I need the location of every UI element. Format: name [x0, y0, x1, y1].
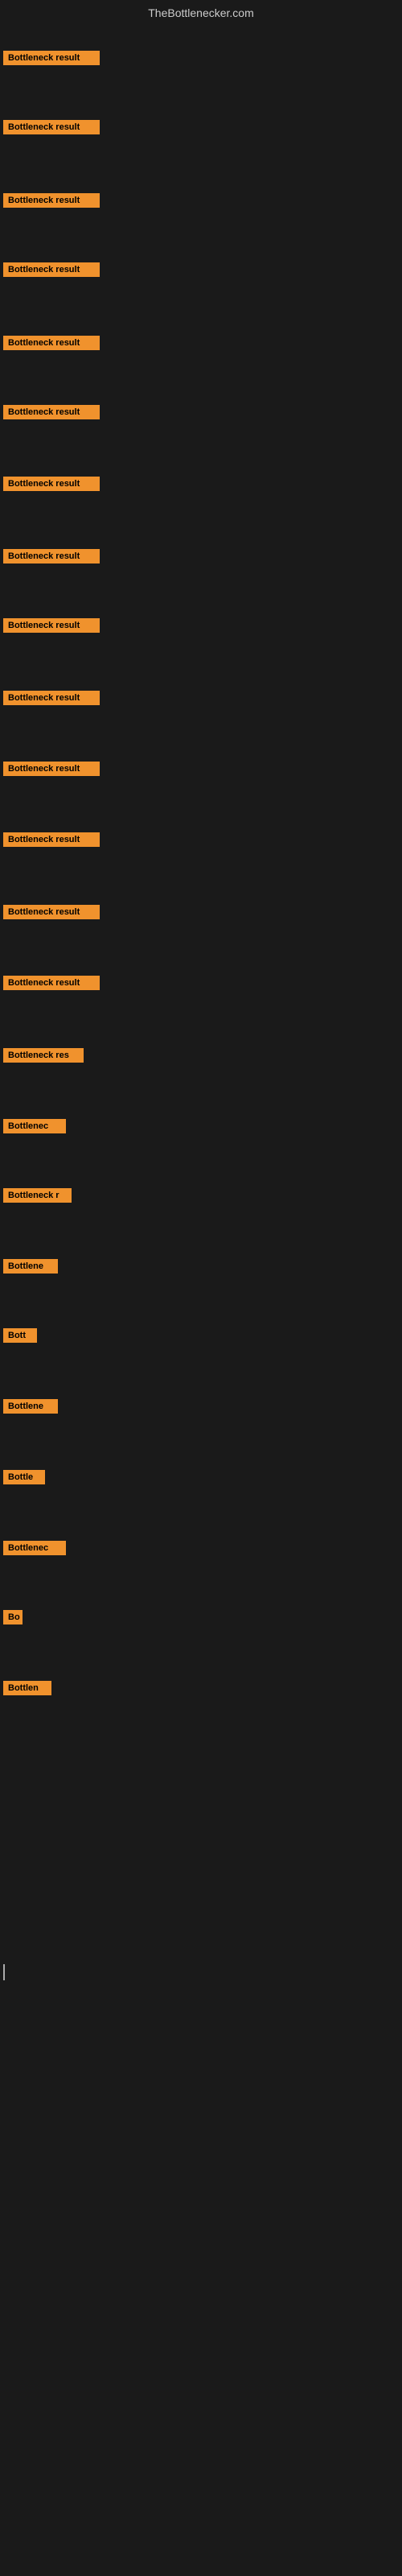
list-item[interactable]: Bottlenec — [0, 1536, 402, 1564]
list-item[interactable]: Bottleneck result — [0, 757, 402, 785]
list-item[interactable]: Bottlene — [0, 1394, 402, 1422]
list-item[interactable]: Bottleneck result — [0, 900, 402, 928]
list-item[interactable]: Bottleneck result — [0, 613, 402, 642]
bottleneck-badge[interactable]: Bottleneck result — [3, 51, 100, 65]
bottleneck-badge[interactable]: Bottleneck result — [3, 477, 100, 491]
list-item[interactable]: Bottlenec — [0, 1114, 402, 1142]
bottleneck-badge[interactable]: Bottleneck res — [3, 1048, 84, 1063]
bottleneck-badge[interactable]: Bottlene — [3, 1259, 58, 1274]
list-item[interactable]: Bottleneck result — [0, 544, 402, 572]
list-item[interactable]: Bottleneck res — [0, 1043, 402, 1071]
list-item[interactable]: Bottlene — [0, 1254, 402, 1282]
list-item[interactable]: Bottleneck result — [0, 971, 402, 999]
bottleneck-badge[interactable]: Bo — [3, 1610, 23, 1624]
list-item[interactable]: Bottleneck result — [0, 686, 402, 714]
list-item[interactable]: Bottle — [0, 1465, 402, 1493]
list-item[interactable]: Bottleneck result — [0, 46, 402, 74]
list-item[interactable]: Bottleneck r — [0, 1183, 402, 1212]
bottleneck-badge[interactable]: Bottleneck result — [3, 618, 100, 633]
bottleneck-badge[interactable]: Bottleneck r — [3, 1188, 72, 1203]
bottleneck-badge[interactable]: Bottlenec — [3, 1119, 66, 1133]
bottleneck-badge[interactable]: Bottleneck result — [3, 405, 100, 419]
bottleneck-badge[interactable]: Bottleneck result — [3, 262, 100, 277]
bottleneck-badge[interactable]: Bottleneck result — [3, 905, 100, 919]
bottleneck-badge[interactable]: Bottleneck result — [3, 976, 100, 990]
list-item[interactable]: Bottleneck result — [0, 472, 402, 500]
bottleneck-badge[interactable]: Bottleneck result — [3, 549, 100, 564]
list-item[interactable]: Bottleneck result — [0, 400, 402, 428]
site-title: TheBottlenecker.com — [0, 0, 402, 23]
bottleneck-badge[interactable]: Bottleneck result — [3, 120, 100, 134]
page-wrapper: TheBottlenecker.com Bottleneck result Bot… — [0, 0, 402, 2576]
list-item[interactable]: Bottleneck result — [0, 115, 402, 143]
bottleneck-badge[interactable]: Bottleneck result — [3, 336, 100, 350]
bottleneck-badge[interactable]: Bottle — [3, 1470, 45, 1484]
bottleneck-badge[interactable]: Bottlen — [3, 1681, 51, 1695]
cursor-indicator — [3, 1964, 5, 1980]
bottleneck-badge[interactable]: Bottleneck result — [3, 193, 100, 208]
bottleneck-badge[interactable]: Bottleneck result — [3, 762, 100, 776]
bottleneck-badge[interactable]: Bott — [3, 1328, 37, 1343]
list-item[interactable]: Bottleneck result — [0, 258, 402, 286]
list-item[interactable]: Bottleneck result — [0, 188, 402, 217]
bottleneck-badge[interactable]: Bottleneck result — [3, 691, 100, 705]
bottleneck-badge[interactable]: Bottlene — [3, 1399, 58, 1414]
list-item[interactable]: Bott — [0, 1323, 402, 1352]
list-item[interactable]: Bottleneck result — [0, 331, 402, 359]
bottleneck-badge[interactable]: Bottlenec — [3, 1541, 66, 1555]
bottleneck-badge[interactable]: Bottleneck result — [3, 832, 100, 847]
list-item[interactable]: Bottleneck result — [0, 828, 402, 856]
list-item[interactable]: Bottlen — [0, 1676, 402, 1704]
list-item[interactable]: Bo — [0, 1605, 402, 1633]
